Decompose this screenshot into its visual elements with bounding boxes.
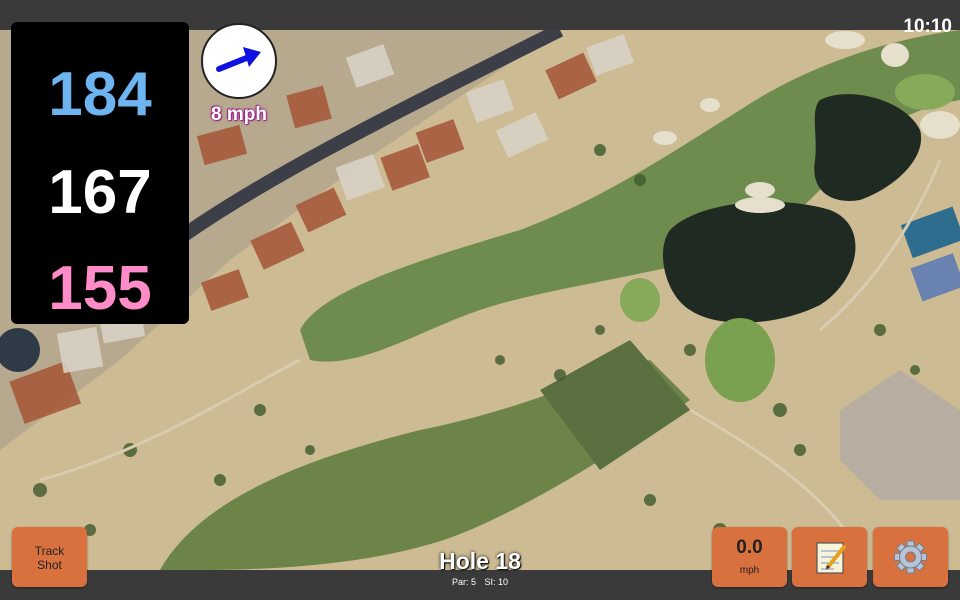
hole-stroke-index: SI: 10 [484,577,509,587]
notepad-icon [816,542,846,574]
front-distance: 155 [48,254,152,323]
status-time: 10:10 [903,16,952,37]
track-shot-label-line1: Track [34,544,65,558]
arrow-right-icon [216,47,261,72]
notes-button[interactable] [792,527,867,587]
settings-button[interactable] [873,527,948,587]
gear-icon [894,540,927,574]
distance-panel: 184 167 155 [11,22,189,324]
hole-title: Hole 18 [439,548,521,574]
speed-unit: mph [739,565,760,576]
wind-indicator [201,23,277,99]
back-distance: 184 [48,60,152,129]
wind-speed-label: 8 mph [211,104,267,125]
hole-par: Par: 5 [451,577,476,587]
hole-info: Par: 5 SI: 10 [380,577,580,587]
speed-button[interactable]: 0.0 mph [712,527,787,587]
center-distance: 167 [48,158,152,227]
speed-value: 0.0 [736,537,763,558]
track-shot-label: Track Shot [12,544,87,572]
track-shot-button[interactable]: Track Shot [12,527,87,587]
track-shot-label-line2: Shot [37,558,62,572]
